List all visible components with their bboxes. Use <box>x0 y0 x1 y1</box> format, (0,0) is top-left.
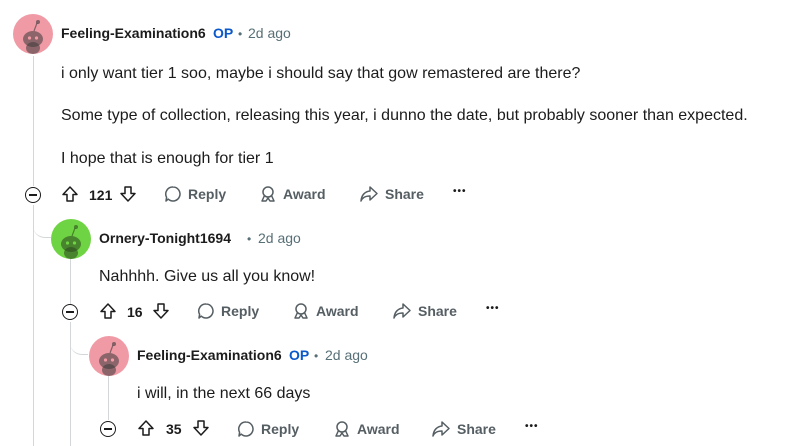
reply-button[interactable]: Reply <box>237 416 299 442</box>
thread-line <box>70 258 71 304</box>
meta-separator: • <box>247 232 252 246</box>
award-label: Award <box>316 303 359 319</box>
vote-count: 35 <box>166 421 182 437</box>
more-options-button[interactable]: ••• <box>453 186 467 197</box>
reply-label: Reply <box>221 303 260 319</box>
avatar[interactable] <box>13 14 53 54</box>
comment-text: i only want tier 1 soo, maybe i should s… <box>61 65 581 82</box>
reply-label: Reply <box>188 186 227 202</box>
avatar[interactable] <box>51 219 91 259</box>
timestamp[interactable]: 2d ago <box>325 347 368 363</box>
thread-line <box>108 376 109 420</box>
award-button[interactable]: Award <box>292 298 359 324</box>
comment-text: I hope that is enough for tier 1 <box>61 150 274 167</box>
share-arrow-icon <box>393 303 411 319</box>
avatar[interactable] <box>89 336 129 376</box>
award-button[interactable]: Award <box>259 181 326 207</box>
reply-label: Reply <box>261 421 300 437</box>
meta-separator: • <box>314 349 319 363</box>
share-button[interactable]: Share <box>359 181 424 207</box>
reply-bubble-icon <box>198 303 214 319</box>
share-button[interactable]: Share <box>392 298 457 324</box>
award-icon <box>261 186 275 202</box>
thread-connector <box>70 322 88 355</box>
thread-line <box>33 56 34 186</box>
award-label: Award <box>283 186 326 202</box>
timestamp[interactable]: 2d ago <box>248 25 291 41</box>
share-label: Share <box>457 421 496 437</box>
collapse-button[interactable] <box>100 421 116 437</box>
share-label: Share <box>418 303 457 319</box>
comment-text: Nahhhh. Give us all you know! <box>99 268 316 285</box>
username[interactable]: Ornery-Tonight1694 <box>99 230 231 246</box>
downvote-icon[interactable] <box>119 185 137 203</box>
username[interactable]: Feeling-Examination6 <box>61 25 206 41</box>
op-badge: OP <box>213 25 234 41</box>
op-badge: OP <box>289 347 310 363</box>
vote-count: 121 <box>89 187 113 203</box>
award-icon <box>335 421 349 437</box>
reply-bubble-icon <box>165 186 181 202</box>
downvote-icon[interactable] <box>192 419 210 437</box>
reply-bubble-icon <box>238 421 254 437</box>
award-button[interactable]: Award <box>333 416 400 442</box>
thread-connector <box>33 205 51 238</box>
meta-separator: • <box>238 27 243 41</box>
snoo-avatar-icon <box>13 14 53 54</box>
snoo-avatar-icon <box>89 336 129 376</box>
collapse-button[interactable] <box>62 304 78 320</box>
comment-text: i will, in the next 66 days <box>137 385 311 402</box>
award-label: Award <box>357 421 400 437</box>
comment-text: Some type of collection, releasing this … <box>61 107 748 124</box>
upvote-icon[interactable] <box>61 185 79 203</box>
thread-line <box>33 205 34 446</box>
username[interactable]: Feeling-Examination6 <box>137 347 282 363</box>
share-arrow-icon <box>432 421 450 437</box>
collapse-button[interactable] <box>25 187 41 203</box>
reply-button[interactable]: Reply <box>197 298 259 324</box>
downvote-icon[interactable] <box>152 302 170 320</box>
snoo-avatar-icon <box>51 219 91 259</box>
upvote-icon[interactable] <box>99 302 117 320</box>
share-arrow-icon <box>360 186 378 202</box>
upvote-icon[interactable] <box>137 419 155 437</box>
timestamp[interactable]: 2d ago <box>258 230 301 246</box>
more-options-button[interactable]: ••• <box>486 303 500 314</box>
award-icon <box>294 303 308 319</box>
reply-button[interactable]: Reply <box>164 181 226 207</box>
vote-count: 16 <box>127 304 143 320</box>
share-label: Share <box>385 186 424 202</box>
share-button[interactable]: Share <box>431 416 496 442</box>
more-options-button[interactable]: ••• <box>525 421 539 432</box>
